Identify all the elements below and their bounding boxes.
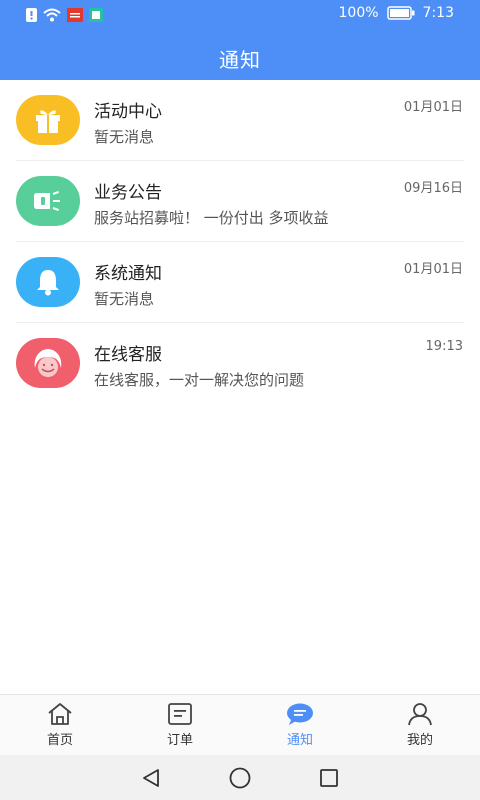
message-time: 01月01日 (403, 100, 463, 115)
megaphone-icon (34, 191, 60, 211)
tab-profile[interactable]: 我的 (360, 695, 480, 755)
tab-label: 订单 (166, 733, 193, 748)
message-title: 系统通知 (94, 264, 162, 284)
message-item-customer-service[interactable]: 在线客服 在线客服，一对一解决您的问题 19:13 (0, 323, 480, 404)
battery-percent: 100% (338, 5, 379, 21)
tab-notifications[interactable]: 通知 (240, 695, 360, 755)
wifi-icon (43, 8, 61, 22)
message-time: 09月16日 (403, 181, 463, 196)
bell-icon (37, 270, 59, 296)
customer-service-icon (34, 349, 62, 377)
page-title: 通知 (219, 48, 261, 72)
battery-icon (386, 6, 415, 20)
message-preview: 暂无消息 (94, 290, 155, 308)
message-time: 19:13 (425, 339, 463, 354)
message-title: 在线客服 (94, 345, 162, 365)
home-circle-icon[interactable] (228, 766, 252, 790)
gift-icon-badge (16, 95, 80, 145)
app-header: 100% 7:13 通知 (0, 0, 480, 80)
message-preview: 在线客服，一对一解决您的问题 (94, 371, 305, 389)
message-preview: 服务站招募啦！ 一份付出 多项收益 (94, 209, 329, 227)
back-icon[interactable] (140, 768, 162, 788)
system-nav-bar (0, 755, 480, 800)
tab-label: 我的 (406, 733, 433, 748)
home-icon (48, 703, 72, 725)
message-item-business-notice[interactable]: 业务公告 服务站招募啦！ 一份付出 多项收益 09月16日 (0, 161, 480, 242)
recents-icon[interactable] (318, 767, 340, 789)
chat-icon (287, 703, 313, 725)
news-app-icon (67, 8, 83, 22)
tab-label: 通知 (286, 733, 313, 748)
clock: 7:13 (422, 5, 454, 21)
tab-label: 首页 (46, 733, 73, 748)
bell-icon-badge (16, 257, 80, 307)
message-item-activity[interactable]: 活动中心 暂无消息 01月01日 (0, 80, 480, 161)
gift-icon (36, 110, 60, 133)
message-item-system-notice[interactable]: 系统通知 暂无消息 01月01日 (0, 242, 480, 323)
book-app-icon (89, 8, 103, 22)
message-title: 活动中心 (94, 102, 162, 122)
message-time: 01月01日 (403, 262, 463, 277)
message-title: 业务公告 (94, 183, 162, 203)
user-icon (408, 703, 432, 726)
message-list: 活动中心 暂无消息 01月01日 业务公告 服务站招募啦！ 一份付出 多项收益 … (0, 80, 480, 404)
message-preview: 暂无消息 (94, 128, 155, 146)
megaphone-icon-badge (16, 176, 80, 226)
status-bar: 100% 7:13 (0, 0, 480, 32)
tab-home[interactable]: 首页 (0, 695, 120, 755)
order-icon (168, 703, 192, 725)
tab-orders[interactable]: 订单 (120, 695, 240, 755)
customer-service-icon-badge (16, 338, 80, 388)
notification-alert-icon (26, 8, 37, 22)
bottom-tab-bar: 首页 订单 通知 我的 (0, 694, 480, 755)
